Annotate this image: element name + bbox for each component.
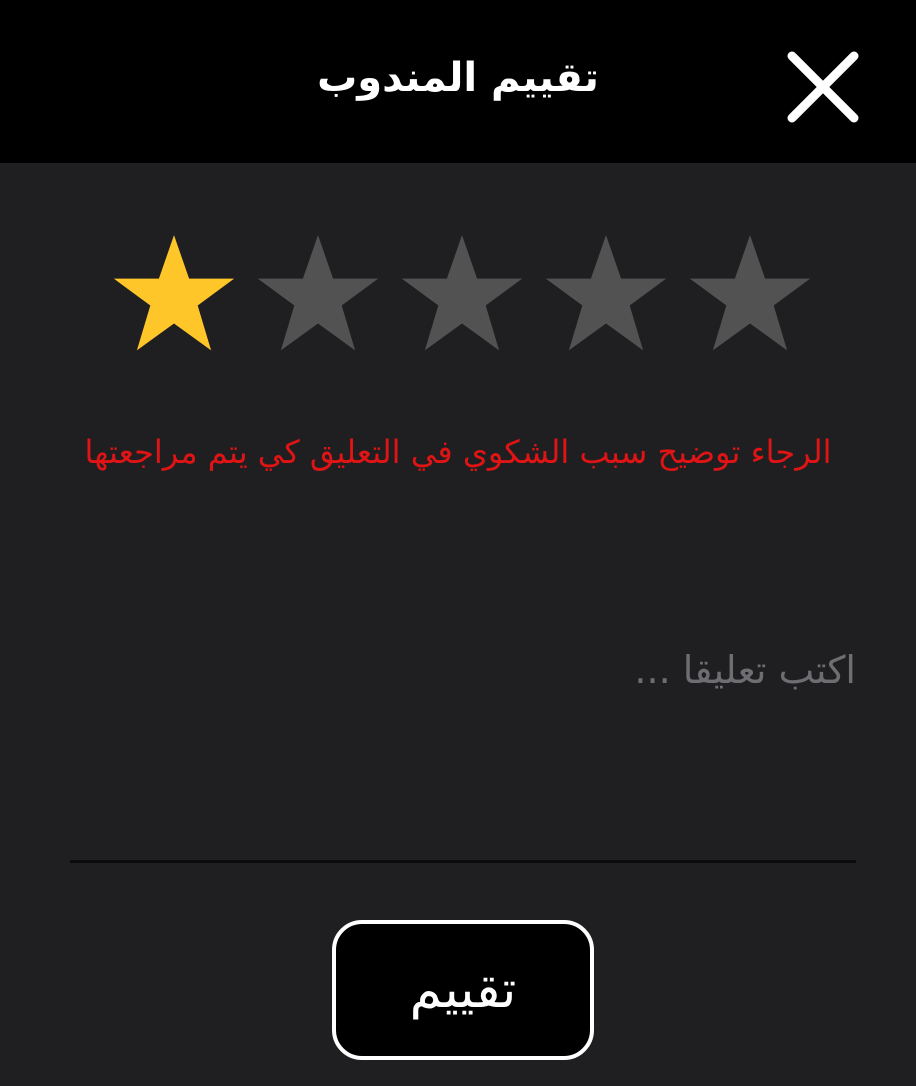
star-4[interactable]: [542, 232, 670, 356]
submit-rating-button[interactable]: تقييم: [332, 920, 594, 1060]
star-icon: [257, 235, 379, 351]
page-title: تقييم المندوب: [317, 55, 599, 101]
star-rating: [110, 232, 820, 356]
star-icon: [545, 235, 667, 351]
close-icon: [787, 51, 859, 123]
star-icon: [401, 235, 523, 351]
star-3[interactable]: [398, 232, 526, 356]
comment-input[interactable]: [70, 640, 856, 760]
divider: [70, 860, 856, 863]
star-icon: [113, 235, 235, 351]
close-button[interactable]: [780, 44, 866, 130]
star-5[interactable]: [686, 232, 814, 356]
star-icon: [689, 235, 811, 351]
header-bar: تقييم المندوب: [0, 0, 916, 163]
star-1[interactable]: [110, 232, 238, 356]
star-2[interactable]: [254, 232, 382, 356]
rating-screen: تقييم المندوب الرجاء توضيح سبب الشكوي في…: [0, 0, 916, 1086]
complaint-hint: الرجاء توضيح سبب الشكوي في التعليق كي يت…: [84, 433, 832, 471]
